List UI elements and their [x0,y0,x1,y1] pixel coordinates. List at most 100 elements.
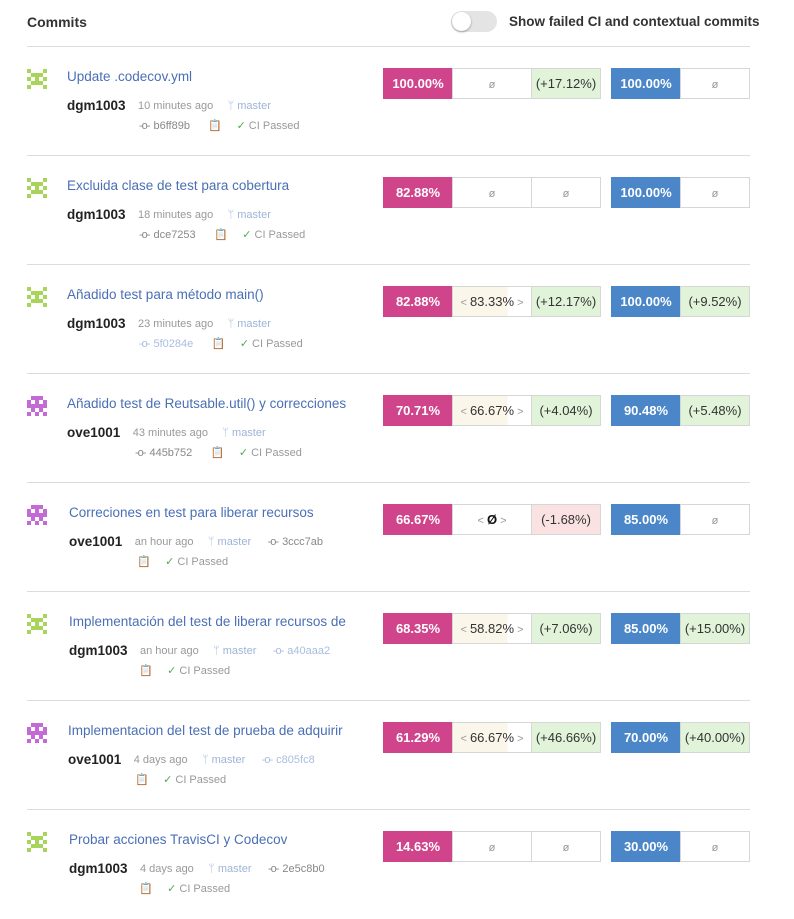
branch-icon: ᛘ [213,644,220,657]
branch-link[interactable]: ᛘ master [208,863,251,875]
commit-sha-link[interactable]: -o- 2e5c8b0 [268,863,325,875]
ci-status-label: CI Passed [254,229,306,242]
commit-message-link[interactable]: Probar acciones TravisCI y Codecov [69,832,287,847]
commit-sha: dce7253 [153,228,196,241]
patch-value: ø [452,68,532,99]
commit-sha-link[interactable]: -o-c805fc8 [262,754,315,766]
commit-meta-secondary: 📋 ✓ CI Passed [139,880,230,896]
commit-sha: 445b752 [149,446,193,459]
left-chevron-icon: < [460,406,470,418]
diff-change-value: (+40.00%) [680,722,750,753]
branch-link[interactable]: ᛘ master [208,536,251,548]
commit-sha-link[interactable]: -o-a40aaa2 [273,645,330,657]
change-value: (+12.17%) [531,286,601,317]
branch-icon: ᛘ [227,99,235,112]
ci-status: ✓ CI Passed [239,447,302,459]
copy-icon[interactable]: 📋 [139,665,153,677]
patch-value-text: 58.82% [469,621,515,636]
commit-message-link[interactable]: Implementacion del test de prueba de adq… [68,723,343,738]
change-value-text: (-1.68%) [541,512,591,527]
commit-sha: 5f0284e [153,337,194,350]
avatar-identicon-icon [27,287,47,307]
toggle-knob [452,12,471,31]
commit-message-link[interactable]: Correciones en test para liberar recurso… [69,505,314,520]
branch-name: master [237,208,271,221]
coverage-value: 61.29% [383,722,453,753]
copy-icon[interactable]: 📋 [212,338,226,350]
diff-change-value: (+5.48%) [680,395,750,426]
ci-status-label: CI Passed [177,556,229,569]
commit-time: 4 days ago [133,753,188,766]
commit-meta: dgm1003 10 minutes ago ᛘ master [67,97,283,113]
copy-icon[interactable]: 📋 [135,774,149,786]
left-chevron-icon: < [460,733,470,745]
check-icon: ✓ [239,338,250,351]
commit-time: 4 days ago [139,862,194,875]
avatar-identicon-icon [27,69,47,89]
branch-name: master [237,99,271,112]
commit-author[interactable]: ove1001 [67,425,120,440]
commit-sha-link[interactable]: -o- 3ccc7ab [268,536,323,548]
commit-time: 43 minutes ago [132,426,208,439]
change-value: (+46.66%) [531,722,601,753]
commit-sha-link[interactable]: -o-b6ff89b [139,120,190,132]
commit-icon: -o- [135,446,146,459]
diff-coverage-value: 85.00% [611,613,681,644]
check-icon: ✓ [236,120,246,133]
branch-icon: ᛘ [222,426,230,439]
branch-link[interactable]: ᛘ master [228,100,271,112]
commit-sha-link[interactable]: -o-dce7253 [139,229,196,241]
diff-coverage-value: 70.00% [611,722,681,753]
right-chevron-icon: > [514,297,524,309]
commit-author[interactable]: dgm1003 [67,207,126,222]
copy-icon[interactable]: 📋 [139,883,153,895]
commit-message-link[interactable]: Añadido test para método main() [67,287,264,302]
commit-meta: dgm1003 23 minutes ago ᛘ master [67,315,283,331]
copy-icon[interactable]: 📋 [137,556,151,568]
branch-link[interactable]: ᛘ master [228,318,271,330]
commit-message-link[interactable]: Añadido test de Reutsable.util() y corre… [67,396,346,411]
commit-author[interactable]: dgm1003 [69,643,128,658]
diff-coverage-value: 100.00% [611,68,681,99]
avatar-identicon-icon [27,614,47,634]
commit-message-link[interactable]: Excluida clase de test para cobertura [67,178,289,193]
show-failed-ci-toggle[interactable] [451,11,497,32]
commit-message-link[interactable]: Implementación del test de liberar recur… [69,614,346,629]
branch-name: master [217,862,252,875]
commit-sha-link[interactable]: -o- 5f0284e [139,338,193,350]
patch-value-text: 66.67% [469,403,515,418]
commit-meta: dgm1003 an hour ago ᛘ master -o-a40aaa2 [69,642,344,658]
avatar-identicon-icon [27,396,47,416]
avatar-identicon-icon [27,178,47,198]
change-value: ø [531,831,601,862]
copy-icon[interactable]: 📋 [211,447,225,459]
diff-change-text: (+9.52%) [688,294,742,309]
commit-author[interactable]: dgm1003 [67,316,126,331]
ci-status-label: CI Passed [179,665,231,678]
branch-link[interactable]: ᛘ master [202,754,245,766]
left-chevron-icon: < [460,297,470,309]
branch-icon: ᛘ [202,753,209,766]
change-value: (+7.06%) [531,613,601,644]
commit-message-link[interactable]: Update .codecov.yml [67,69,192,84]
commit-row: Correciones en test para liberar recurso… [27,483,750,592]
branch-link[interactable]: ᛘ master [213,645,256,657]
page-title: Commits [27,14,87,30]
commit-sha-link[interactable]: -o- 445b752 [135,447,192,459]
commit-author[interactable]: dgm1003 [69,861,128,876]
diff-coverage-value: 30.00% [611,831,681,862]
coverage-value: 68.35% [383,613,453,644]
commit-time: 23 minutes ago [137,317,214,330]
commit-author[interactable]: ove1001 [68,752,121,767]
change-value-text: (+17.12%) [535,76,597,91]
copy-icon[interactable]: 📋 [214,229,228,241]
ci-status: ✓ CI Passed [165,556,228,568]
copy-icon[interactable]: 📋 [208,120,222,132]
branch-link[interactable]: ᛘ master [228,209,271,221]
commit-author[interactable]: dgm1003 [67,98,126,113]
commit-author[interactable]: ove1001 [69,534,122,549]
avatar-identicon-icon [27,723,47,743]
patch-value: ø [452,831,532,862]
commit-meta: ove1001 4 days ago ᛘ master -o-c805fc8 [68,751,329,767]
branch-link[interactable]: ᛘ master [222,427,265,439]
